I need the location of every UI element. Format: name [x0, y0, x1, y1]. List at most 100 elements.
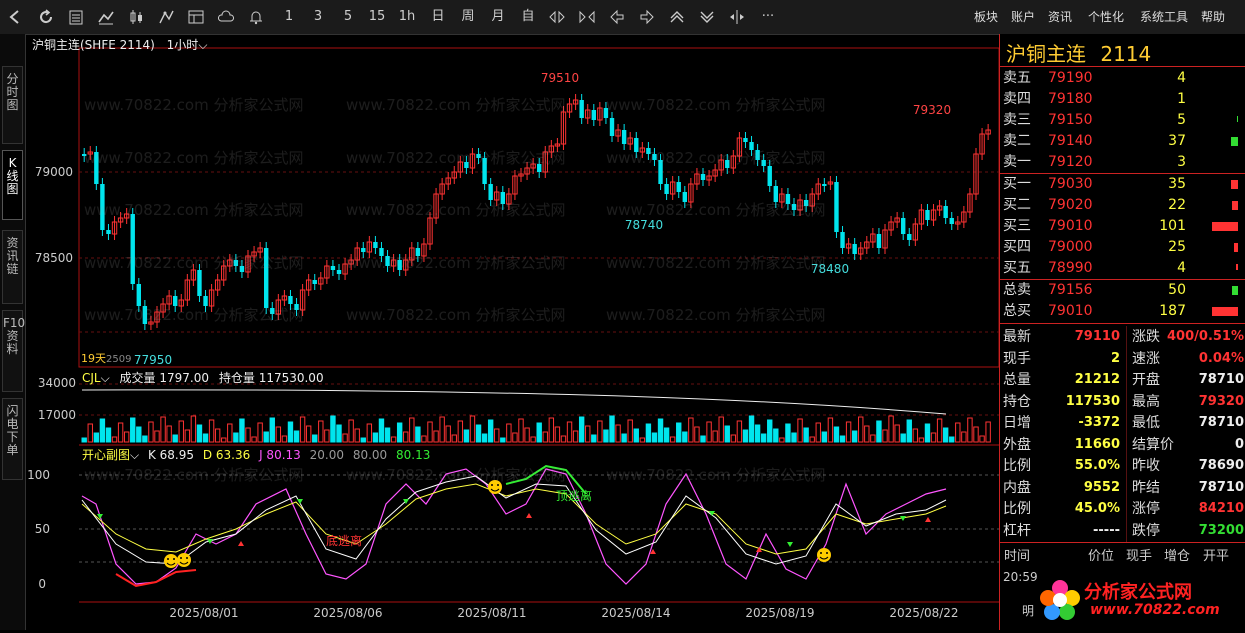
chevron-down-icon[interactable]: ⌵: [198, 38, 207, 52]
depth-bar: [1237, 116, 1238, 122]
candle-body: [537, 164, 542, 172]
arrow-right-icon[interactable]: [637, 7, 659, 27]
low-annotation: 77950: [134, 353, 172, 367]
volume-bar: [160, 416, 166, 443]
volume-bar: [117, 422, 124, 443]
zoom-in-icon[interactable]: [667, 7, 689, 27]
divider: [1126, 347, 1127, 370]
menu-news[interactable]: 资讯: [1048, 8, 1072, 25]
x-date-label: 2025/08/22: [889, 606, 958, 620]
chevron-down-icon[interactable]: ⌵: [101, 371, 110, 385]
line-chart-icon[interactable]: [96, 7, 118, 27]
period-day[interactable]: 日: [427, 7, 449, 27]
stat-value: 0: [1234, 436, 1244, 452]
ask-row[interactable]: 卖五 79190 4: [1000, 68, 1245, 89]
compress-horizontal-icon[interactable]: [577, 7, 599, 27]
tick-col-time[interactable]: 时间: [1004, 545, 1030, 564]
tick-col-volume[interactable]: 现手: [1126, 545, 1152, 564]
period-5[interactable]: 5: [338, 7, 358, 27]
tab-kline[interactable]: K线图: [2, 150, 23, 220]
draw-icon[interactable]: [156, 7, 178, 27]
volume-bar: [445, 425, 451, 443]
cloud-icon[interactable]: [216, 7, 238, 27]
ask-row[interactable]: 卖四 79180 1: [1000, 89, 1245, 110]
menu-account[interactable]: 账户: [1011, 8, 1035, 25]
tick-col-oi-change[interactable]: 增仓: [1164, 545, 1190, 564]
volume-bar: [845, 421, 852, 443]
total-row[interactable]: 总买 79010 187: [1000, 301, 1245, 322]
tab-f10[interactable]: F10资料: [2, 310, 25, 392]
stat-row: 杠杆 ----- 跌停 73200: [1000, 519, 1245, 542]
side-tab[interactable]: 明: [1022, 602, 1034, 619]
volume-bar: [779, 437, 785, 443]
candle-body: [488, 184, 493, 200]
tab-intraday[interactable]: 分时图: [2, 66, 23, 144]
candle-icon[interactable]: [126, 7, 148, 27]
stat-label: 跌停: [1132, 522, 1160, 539]
volume-bar: [190, 415, 197, 443]
volume-bar: [451, 434, 457, 443]
tick-col-price[interactable]: 价位: [1088, 545, 1114, 564]
menu-personalize[interactable]: 个性化: [1088, 8, 1124, 25]
volume-bar: [597, 420, 603, 443]
more-button[interactable]: ···: [757, 7, 779, 27]
candle-body: [943, 206, 948, 218]
total-row[interactable]: 总卖 79156 50: [1000, 280, 1245, 301]
ask-price: 79190: [1048, 70, 1093, 86]
kline-chart-svg[interactable]: 79000 78500 34000 17000 100 50 0 79510 7…: [26, 34, 1000, 630]
period-custom[interactable]: 自: [517, 7, 539, 27]
period-week[interactable]: 周: [457, 7, 479, 27]
bid-row[interactable]: 买三 79010 101: [1000, 216, 1245, 237]
stat-value: 79110: [1074, 329, 1120, 344]
crosshair-icon[interactable]: [727, 7, 749, 27]
candle-body: [682, 192, 687, 202]
volume-bar: [791, 432, 797, 443]
arrow-left-icon[interactable]: [607, 7, 629, 27]
stat-value: 73200: [1198, 522, 1244, 538]
period-1h[interactable]: 1h: [396, 7, 418, 27]
volume-bar: [500, 437, 506, 443]
indicator-name[interactable]: CJL: [82, 371, 101, 385]
stat-value: 11660: [1074, 436, 1120, 452]
volume-bar: [275, 426, 282, 443]
expand-horizontal-icon[interactable]: [547, 7, 569, 27]
period-select[interactable]: 1小时: [167, 38, 199, 52]
ask-row[interactable]: 卖一 79120 3: [1000, 152, 1245, 173]
volume-bar: [906, 419, 912, 443]
chart-area[interactable]: 79000 78500 34000 17000 100 50 0 79510 7…: [26, 34, 1000, 630]
refresh-icon[interactable]: [36, 7, 58, 27]
tab-quick-order[interactable]: 闪电下单: [2, 398, 23, 480]
board-icon[interactable]: [186, 7, 208, 27]
period-3[interactable]: 3: [308, 7, 328, 27]
bid-label: 买五: [1003, 260, 1031, 276]
volume-bar: [621, 433, 627, 443]
indicator-name[interactable]: 开心副图: [82, 448, 130, 462]
tab-news-chain[interactable]: 资讯链: [2, 230, 23, 304]
ask-row[interactable]: 卖二 79140 37: [1000, 131, 1245, 152]
contract-title: 沪铜主连: [1006, 42, 1086, 66]
volume-bar: [178, 420, 184, 443]
chevron-down-icon[interactable]: ⌵: [130, 448, 139, 462]
menu-help[interactable]: 帮助: [1201, 8, 1225, 25]
bid-row[interactable]: 买一 79030 35: [1000, 174, 1245, 195]
site-logo: 分析家公式网 www.70822.com: [1038, 574, 1243, 626]
menu-system-tools[interactable]: 系统工具: [1140, 8, 1188, 25]
period-15[interactable]: 15: [366, 7, 388, 27]
zoom-out-icon[interactable]: [697, 7, 719, 27]
bid-row[interactable]: 买四 79000 25: [1000, 237, 1245, 258]
period-month[interactable]: 月: [487, 7, 509, 27]
signal-arrow-icon: [787, 542, 793, 547]
contract-name[interactable]: 沪铜主连(SHFE 2114): [32, 38, 155, 52]
tick-col-open-close[interactable]: 开平: [1203, 545, 1229, 564]
bid-row[interactable]: 买二 79020 22: [1000, 195, 1245, 216]
volume-bar: [378, 418, 385, 443]
ask-row[interactable]: 卖三 79150 5: [1000, 110, 1245, 131]
alert-bell-icon[interactable]: [246, 7, 268, 27]
list-icon[interactable]: [66, 7, 88, 27]
back-icon[interactable]: [6, 7, 28, 27]
volume-bar: [512, 432, 518, 443]
bid-price: 79010: [1048, 218, 1093, 234]
period-1[interactable]: 1: [280, 7, 298, 27]
bid-row[interactable]: 买五 78990 4: [1000, 258, 1245, 279]
menu-sector[interactable]: 板块: [974, 8, 998, 25]
